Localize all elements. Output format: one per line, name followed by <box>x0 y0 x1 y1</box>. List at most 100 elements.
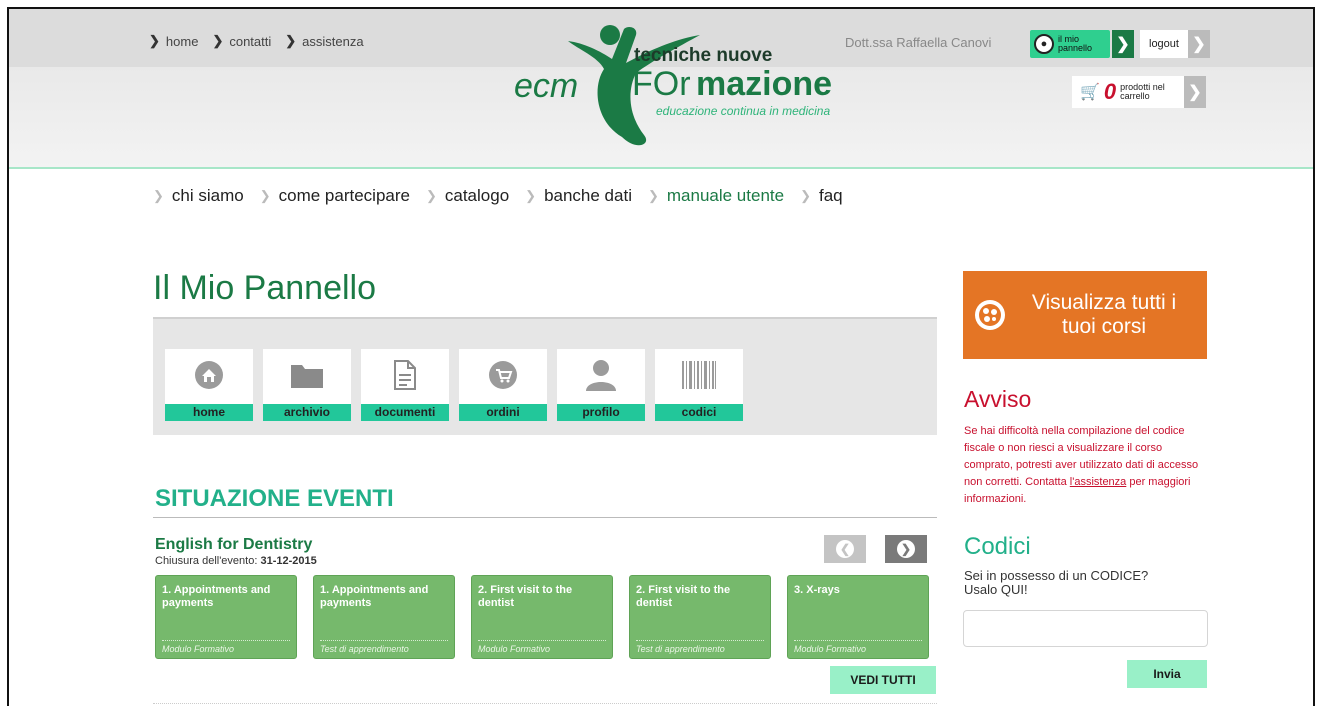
card-subtitle: Modulo Formativo <box>162 644 235 654</box>
codici-title: Codici <box>964 533 1031 560</box>
card-divider <box>478 640 606 641</box>
mainnav-label: faq <box>818 186 843 205</box>
user-name: Dott.ssa Raffaella Canovi <box>845 35 992 50</box>
tile-archivio[interactable]: archivio <box>263 349 351 421</box>
cart-icon <box>459 355 547 395</box>
chevron-right-icon: ❯ <box>647 188 659 203</box>
event-module-card[interactable]: 2. First visit to the dentist Test di ap… <box>629 575 771 659</box>
mainnav-banche-dati[interactable]: ❯ banche dati <box>525 186 632 206</box>
logo-formazione-b: mazione <box>696 65 832 103</box>
logo-formazione-a: FOr <box>632 65 691 103</box>
tile-profilo[interactable]: profilo <box>557 349 645 421</box>
mainnav-label: catalogo <box>444 186 510 205</box>
tile-label: archivio <box>263 404 351 421</box>
chevron-left-icon: ❮ <box>836 540 854 558</box>
main-nav: ❯ chi siamo ❯ come partecipare ❯ catalogo ❯… <box>153 186 843 206</box>
my-panel-arrow-button[interactable]: ❯ <box>1112 30 1134 58</box>
cart-arrow-button[interactable]: ❯ <box>1184 76 1206 108</box>
tile-label: profilo <box>557 404 645 421</box>
topnav-contatti-link[interactable]: ❯ contatti <box>212 33 271 49</box>
logo-tagline: educazione continua in medicina <box>656 104 830 118</box>
mainnav-catalogo[interactable]: ❯ catalogo <box>426 186 509 206</box>
card-title: 1. Appointments and payments <box>320 584 429 609</box>
cart-icon: 🛒 <box>1080 84 1100 101</box>
card-title: 1. Appointments and payments <box>162 584 271 609</box>
chevron-right-icon: ❯ <box>212 33 224 48</box>
card-title: 2. First visit to the dentist <box>636 584 731 609</box>
event-module-card[interactable]: 2. First visit to the dentist Modulo For… <box>471 575 613 659</box>
ecm-formazione-logo[interactable]: tecniche nuove ecm FOr mazione educazion… <box>504 17 844 167</box>
tile-label: codici <box>655 404 743 421</box>
top-nav: ❯ home ❯ contatti ❯ assistenza <box>149 33 364 49</box>
topnav-assistenza-link[interactable]: ❯ assistenza <box>285 33 363 49</box>
logo-brand-top: tecniche nuove <box>634 45 772 66</box>
topnav-contatti-label: contatti <box>229 33 272 49</box>
card-subtitle: Test di apprendimento <box>636 644 725 654</box>
home-icon <box>165 355 253 395</box>
view-all-courses-button[interactable]: Visualizza tutti i tuoi corsi <box>963 271 1207 359</box>
logo-ecm: ecm <box>514 67 578 105</box>
user-circle-icon: ● <box>1034 34 1054 54</box>
card-subtitle: Modulo Formativo <box>478 644 551 654</box>
bottom-divider <box>153 703 937 704</box>
mainnav-label: banche dati <box>544 186 632 205</box>
chevron-right-icon: ❯ <box>153 188 164 203</box>
mainnav-faq[interactable]: ❯ faq <box>800 186 843 206</box>
logout-button[interactable]: logout <box>1140 30 1188 58</box>
invia-button[interactable]: Invia <box>1127 660 1207 688</box>
chevron-right-icon: ❯ <box>259 188 271 203</box>
cart-label-line2: carrello <box>1120 91 1150 101</box>
assistenza-link[interactable]: l'assistenza <box>1070 476 1127 488</box>
avviso-text: Se hai difficoltà nella compilazione del… <box>964 423 1210 508</box>
cart-widget[interactable]: 🛒 0 prodotti nel carrello <box>1072 76 1184 108</box>
tile-ordini[interactable]: ordini <box>459 349 547 421</box>
topnav-home-link[interactable]: ❯ home <box>149 33 198 49</box>
my-panel-button[interactable]: ● il mio pannello <box>1030 30 1110 58</box>
card-divider <box>636 640 764 641</box>
chevron-right-icon: ❯ <box>285 33 297 48</box>
mainnav-chi-siamo[interactable]: ❯ chi siamo <box>153 186 244 206</box>
event-module-card[interactable]: 1. Appointments and payments Test di app… <box>313 575 455 659</box>
logout-arrow-button[interactable]: ❯ <box>1188 30 1210 58</box>
chevron-right-icon: ❯ <box>1116 36 1130 53</box>
panel-shortcuts: home archivio documenti ordini profilo c… <box>153 317 937 435</box>
carousel-next-button[interactable]: ❯ <box>885 535 927 563</box>
topnav-assistenza-label: assistenza <box>302 33 364 49</box>
courses-icon <box>975 300 1005 330</box>
mainnav-label: chi siamo <box>171 186 244 205</box>
chevron-right-icon: ❯ <box>897 540 915 558</box>
site-header: ❯ home ❯ contatti ❯ assistenza tecniche nuo… <box>9 9 1313 169</box>
event-close-value: 31-12-2015 <box>260 555 317 567</box>
vedi-tutti-button[interactable]: VEDI TUTTI <box>830 666 936 694</box>
tile-codici[interactable]: codici <box>655 349 743 421</box>
event-module-card[interactable]: 1. Appointments and payments Modulo Form… <box>155 575 297 659</box>
card-subtitle: Modulo Formativo <box>794 644 867 654</box>
chevron-right-icon: ❯ <box>1188 84 1202 101</box>
card-divider <box>794 640 922 641</box>
folder-icon <box>263 355 351 395</box>
mainnav-come-partecipare[interactable]: ❯ come partecipare <box>260 186 410 206</box>
browser-frame: ❯ home ❯ contatti ❯ assistenza tecniche nuo… <box>7 7 1315 706</box>
event-module-card[interactable]: 3. X-rays Modulo Formativo <box>787 575 929 659</box>
section-divider <box>153 517 937 518</box>
codice-input[interactable] <box>963 610 1208 647</box>
chevron-right-icon: ❯ <box>1192 36 1206 53</box>
tile-home[interactable]: home <box>165 349 253 421</box>
mainnav-manuale-utente[interactable]: ❯ manuale utente <box>648 186 784 206</box>
tile-label: home <box>165 404 253 421</box>
chevron-right-icon: ❯ <box>149 33 160 48</box>
mainnav-label: manuale utente <box>666 186 785 205</box>
event-close-date: Chiusura dell'evento: 31-12-2015 <box>155 555 317 567</box>
chevron-right-icon: ❯ <box>800 188 811 203</box>
codici-text: Sei in possesso di un CODICE? Usalo QUI! <box>964 568 1149 597</box>
my-panel-label: il mio pannello <box>1058 35 1092 53</box>
card-title: 2. First visit to the dentist <box>478 584 573 609</box>
avviso-title: Avviso <box>964 386 1032 412</box>
tile-documenti[interactable]: documenti <box>361 349 449 421</box>
event-close-label: Chiusura dell'evento: <box>155 555 258 567</box>
cart-count: 0 <box>1103 79 1117 104</box>
view-all-courses-label: Visualizza tutti i tuoi corsi <box>1031 291 1177 338</box>
carousel-prev-button[interactable]: ❮ <box>824 535 866 563</box>
card-divider <box>162 640 290 641</box>
event-title[interactable]: English for Dentistry <box>155 536 312 554</box>
